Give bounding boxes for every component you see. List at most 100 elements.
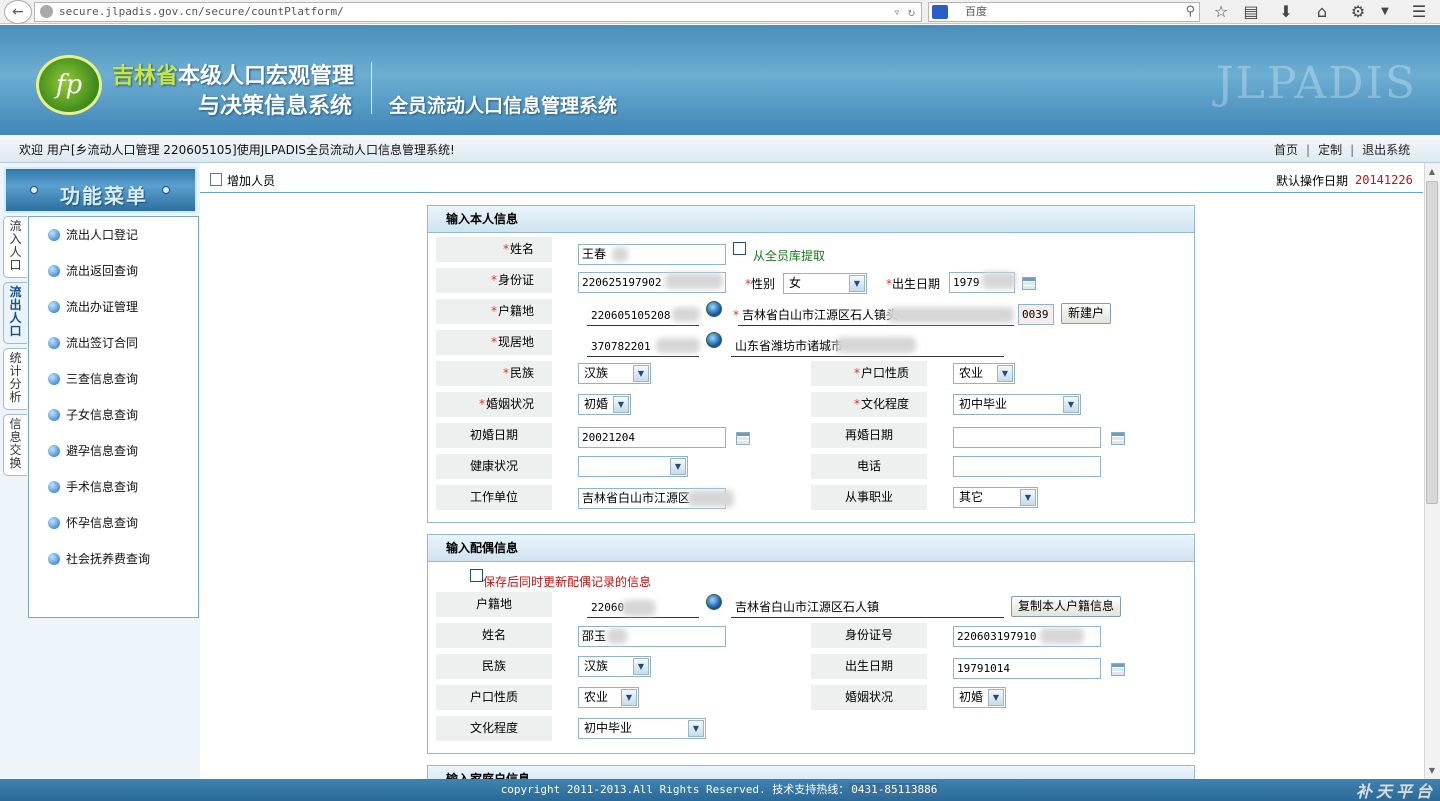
logo: fp — [36, 55, 102, 115]
health-select[interactable]: ▼ — [578, 456, 688, 477]
education-select[interactable]: 初中毕业 ▼ — [953, 394, 1081, 415]
remarriage-input[interactable] — [953, 427, 1101, 448]
occupation-value: 其它 — [959, 490, 984, 504]
name-input[interactable]: 王春 — [578, 244, 726, 265]
spouse-education-select[interactable]: 初中毕业 ▼ — [578, 718, 706, 739]
bookmarks-list-icon[interactable]: ▤ — [1240, 2, 1262, 22]
back-arrow-icon[interactable]: ← — [4, 0, 32, 24]
sync-spouse-checkbox[interactable] — [470, 569, 483, 582]
chevron-down-icon: ▼ — [988, 689, 1004, 706]
menu-item-certificate[interactable]: 流出办证管理 — [48, 297, 138, 317]
marital-select[interactable]: 初婚 ▼ — [578, 394, 631, 415]
fetch-from-db-checkbox[interactable] — [733, 242, 746, 255]
reload-icon[interactable]: ▿ ↻ — [893, 3, 915, 21]
top-links: 首页 | 定制 | 退出系统 — [1274, 143, 1411, 157]
bullet-icon — [48, 553, 60, 565]
residence-code: 370782201 — [591, 340, 651, 353]
remarriage-label: 再婚日期 — [811, 423, 927, 448]
search-engine-icon[interactable] — [932, 5, 948, 19]
scrollbar-thumb[interactable] — [1426, 181, 1438, 504]
marital-label: *婚姻状况 — [436, 392, 552, 417]
name-value: 王春 — [582, 247, 607, 261]
hukou-type-label: *户口性质 — [811, 361, 927, 386]
first-marriage-value: 20021204 — [582, 431, 635, 444]
spouse-birth-label: 出生日期 — [811, 654, 927, 679]
calendar-icon[interactable] — [1111, 663, 1125, 676]
menu-item-pregnancy[interactable]: 怀孕信息查询 — [48, 513, 138, 533]
menu-icon[interactable]: ☰ — [1408, 2, 1430, 22]
ethnic-select[interactable]: 汉族 ▼ — [578, 363, 651, 384]
required-mark: * — [490, 273, 497, 287]
household-info-panel: 输入家庭户信息 — [427, 765, 1195, 779]
redaction — [665, 273, 723, 289]
spouse-name-input[interactable]: 邵玉 — [578, 626, 726, 647]
link-customize[interactable]: 定制 — [1318, 143, 1342, 157]
first-marriage-input[interactable]: 20021204 — [578, 427, 726, 448]
new-household-button[interactable]: 新建户 — [1061, 303, 1111, 324]
spouse-education-value: 初中毕业 — [584, 721, 633, 735]
spouse-birth-input[interactable]: 19791014 — [953, 658, 1101, 679]
spouse-huji-address-input[interactable]: 吉林省白山市江源区石人镇 — [731, 597, 1004, 618]
menu-item-label: 手术信息查询 — [66, 480, 139, 494]
link-home[interactable]: 首页 — [1274, 143, 1298, 157]
download-icon[interactable]: ⬇ — [1275, 2, 1297, 22]
home-icon[interactable]: ⌂ — [1311, 2, 1333, 22]
menu-item-three-checks[interactable]: 三查信息查询 — [48, 369, 138, 389]
link-logout[interactable]: 退出系统 — [1362, 143, 1410, 157]
browser-search-input[interactable]: 百度 ⚲ — [928, 2, 1200, 22]
region-picker-globe-icon[interactable] — [706, 301, 722, 317]
id-value: 220625197902 — [582, 276, 662, 289]
scroll-up-icon[interactable]: ▲ — [1426, 165, 1438, 179]
region-picker-globe-icon[interactable] — [706, 332, 722, 348]
side-tab-statistics[interactable]: 统计分析 — [3, 348, 27, 410]
spouse-marital-select[interactable]: 初婚 ▼ — [953, 687, 1006, 708]
spouse-ethnic-select[interactable]: 汉族 ▼ — [578, 656, 651, 677]
menu-item-contract[interactable]: 流出签订合同 — [48, 333, 138, 353]
phone-input[interactable] — [953, 456, 1101, 477]
side-tab-inflow[interactable]: 流入人口 — [3, 216, 27, 278]
chevron-down-icon: ▼ — [670, 458, 686, 475]
side-tab-exchange[interactable]: 信息交换 — [3, 414, 27, 476]
title-part1: 本级人口宏观管理 — [178, 64, 355, 89]
side-tab-outflow[interactable]: 流出人口 — [3, 282, 27, 344]
welcome-message: 欢迎 用户[乡流动人口管理 220605105]使用JLPADIS全员流动人口信… — [19, 143, 455, 157]
copy-huji-button[interactable]: 复制本人户籍信息 — [1011, 596, 1121, 617]
education-value: 初中毕业 — [959, 397, 1008, 411]
required-mark: * — [853, 397, 860, 411]
hukou-type-select[interactable]: 农业 ▼ — [953, 363, 1015, 384]
bullet-icon — [48, 373, 60, 385]
gender-label-text: 性别 — [751, 277, 776, 291]
system-title-line1: 吉林省本级人口宏观管理 — [112, 58, 354, 90]
url-bar[interactable]: secure.jlpadis.gov.cn/secure/countPlatfo… — [34, 2, 922, 22]
menu-item-surgery[interactable]: 手术信息查询 — [48, 477, 138, 497]
spouse-marital-value: 初婚 — [959, 690, 984, 704]
occupation-select[interactable]: 其它 ▼ — [953, 487, 1038, 508]
spouse-hukou-select[interactable]: 农业 ▼ — [578, 687, 639, 708]
calendar-icon[interactable] — [1022, 277, 1036, 290]
menu-item-outflow-return[interactable]: 流出返回查询 — [48, 261, 138, 281]
search-icon[interactable]: ⚲ — [1185, 3, 1195, 21]
gender-value: 女 — [789, 276, 802, 290]
site-globe-icon — [40, 5, 53, 18]
menu-item-social-fee[interactable]: 社会抚养费查询 — [48, 549, 150, 569]
birth-label: *出生日期 — [886, 275, 940, 292]
scroll-down-icon[interactable]: ▼ — [1426, 764, 1438, 778]
menu-item-children[interactable]: 子女信息查询 — [48, 405, 138, 425]
menu-item-contraception[interactable]: 避孕信息查询 — [48, 441, 138, 461]
redaction — [836, 337, 916, 353]
menu-item-outflow-register[interactable]: 流出人口登记 — [48, 225, 138, 245]
page-icon — [210, 173, 222, 186]
addon-dropdown-icon[interactable]: ▼ — [1374, 2, 1396, 22]
chevron-down-icon: ▼ — [997, 365, 1013, 382]
spouse-hukou-value: 农业 — [584, 690, 609, 704]
addon-icon[interactable]: ⚙ — [1347, 2, 1369, 22]
household-no-input[interactable]: 0039 — [1018, 304, 1054, 325]
redaction — [656, 338, 700, 353]
region-picker-globe-icon[interactable] — [706, 594, 722, 610]
workplace-label: 工作单位 — [436, 485, 552, 510]
bookmark-star-icon[interactable]: ☆ — [1210, 2, 1232, 22]
calendar-icon[interactable] — [1111, 432, 1125, 445]
gender-select[interactable]: 女 ▼ — [783, 273, 867, 294]
calendar-icon[interactable] — [736, 432, 750, 445]
url-text: secure.jlpadis.gov.cn/secure/countPlatfo… — [59, 5, 344, 18]
